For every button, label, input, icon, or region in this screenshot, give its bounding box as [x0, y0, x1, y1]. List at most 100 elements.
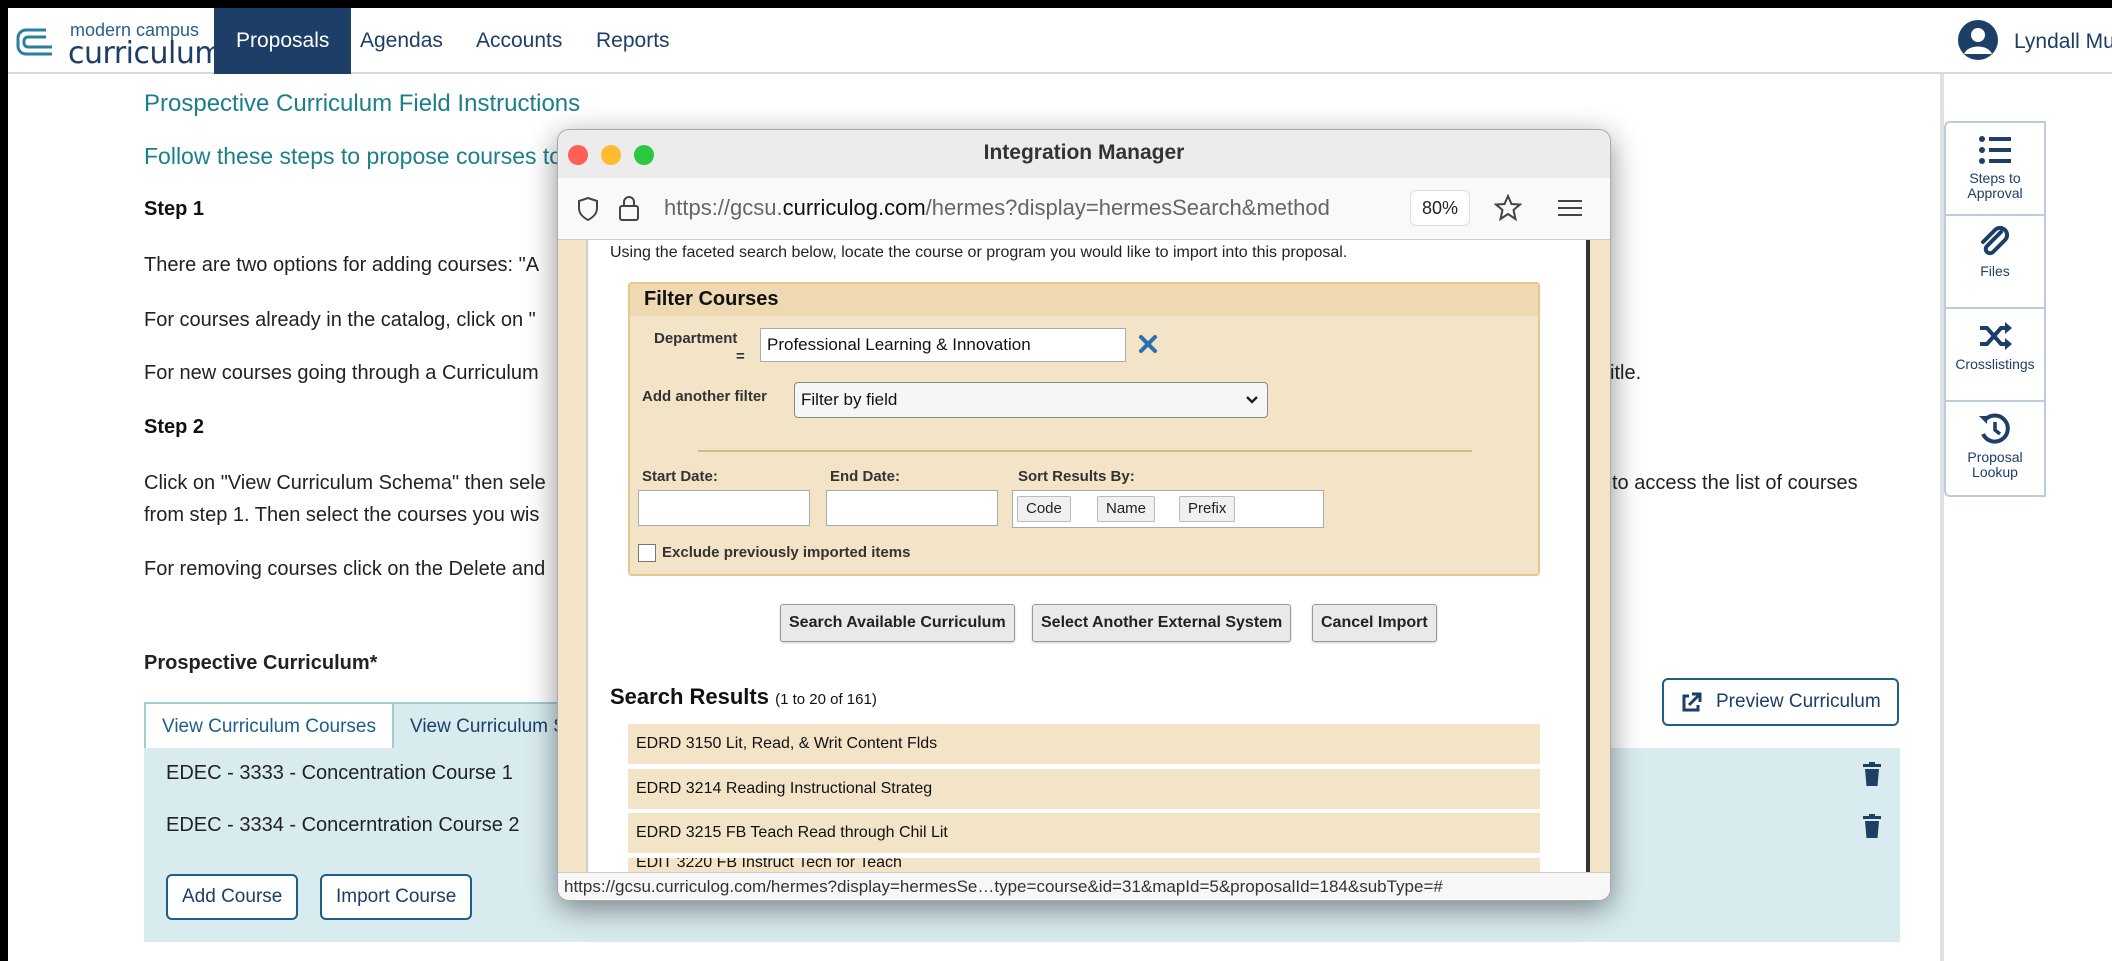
logo-big-text: curriculum — [68, 36, 224, 71]
zoom-level-indicator[interactable]: 80% — [1410, 190, 1470, 226]
logo-mark-icon — [16, 28, 52, 56]
cancel-import-button[interactable]: Cancel Import — [1312, 604, 1437, 642]
proposal-lookup-button[interactable]: Proposal Lookup — [1946, 402, 2044, 495]
integration-manager-window: Integration Manager https://gcsu.curricu… — [557, 129, 1611, 901]
nav-accounts[interactable]: Accounts — [454, 8, 584, 74]
history-icon — [1979, 413, 2010, 444]
page-subtitle: Follow these steps to propose courses to — [144, 143, 563, 169]
step1-paragraph-1: There are two options for adding courses… — [144, 254, 540, 276]
add-filter-label: Add another filter — [642, 388, 768, 405]
logo[interactable]: modern campus curriculum — [16, 20, 224, 71]
hamburger-menu-icon[interactable] — [1558, 198, 1582, 218]
side-toolbar: Steps to Approval Files Crosslistings Pr… — [1944, 121, 2046, 497]
trash-icon[interactable] — [1862, 762, 1882, 786]
search-result-row[interactable]: EDRD 3214 Reading Instructional Strateg — [628, 769, 1540, 809]
step1-paragraph-2: For courses already in the catalog, clic… — [144, 309, 536, 331]
search-result-row[interactable]: EDRD 3215 FB Teach Read through Chil Lit — [628, 813, 1540, 853]
zoom-window-button[interactable] — [634, 145, 654, 165]
steps-to-approval-label: Steps to Approval — [1967, 170, 2023, 201]
sort-prefix-button[interactable]: Prefix — [1179, 496, 1236, 522]
search-result-row[interactable]: EDIT 3220 FB Instruct Tech for Teach — [628, 858, 1540, 872]
url-prefix: https://gcsu. — [664, 195, 783, 220]
exclude-imported-label: Exclude previously imported items — [662, 544, 911, 561]
popup-titlebar: Integration Manager — [558, 130, 1610, 178]
exclude-imported-checkbox[interactable] — [638, 544, 656, 562]
step1-paragraph-3-end: itle. — [1610, 362, 1642, 384]
preview-curriculum-label: Preview Curriculum — [1716, 691, 1881, 712]
lock-icon[interactable] — [618, 194, 640, 222]
filter-courses-panel: Filter Courses Department = Professional… — [628, 282, 1540, 576]
avatar-icon — [1958, 20, 1998, 60]
files-button[interactable]: Files — [1946, 216, 2044, 309]
list-icon — [1979, 136, 2011, 164]
search-results-count: (1 to 20 of 161) — [775, 691, 877, 708]
status-bar-url: https://gcsu.curriculog.com/hermes?displ… — [558, 872, 1610, 900]
search-result-row[interactable]: EDRD 3150 Lit, Read, & Writ Content Flds — [628, 724, 1540, 764]
top-navigation: modern campus curriculum Proposals Agend… — [8, 8, 2112, 74]
url-field[interactable]: https://gcsu.curriculog.com/hermes?displ… — [664, 195, 1364, 221]
department-field[interactable]: Professional Learning & Innovation — [760, 328, 1126, 362]
end-date-label: End Date: — [830, 468, 901, 485]
prospective-curriculum-title: Prospective Curriculum* — [144, 652, 378, 674]
external-link-icon — [1682, 692, 1702, 712]
step2-heading: Step 2 — [144, 416, 205, 438]
proposal-lookup-label: Proposal Lookup — [1967, 449, 2023, 480]
close-window-button[interactable] — [568, 145, 588, 165]
popup-content: Using the faceted search below, locate t… — [586, 240, 1590, 872]
search-instructions: Using the faceted search below, locate t… — [610, 244, 1348, 261]
popup-title: Integration Manager — [983, 141, 1185, 164]
files-label: Files — [1980, 263, 2010, 279]
sort-code-button[interactable]: Code — [1017, 496, 1071, 522]
popup-body: Using the faceted search below, locate t… — [558, 240, 1610, 872]
step2-paragraph-1-end: to access the list of courses — [1612, 472, 1858, 494]
add-filter-value: Filter by field — [801, 390, 898, 409]
crosslistings-label: Crosslistings — [1955, 356, 2035, 372]
minimize-window-button[interactable] — [601, 145, 621, 165]
search-results-heading: Search Results (1 to 20 of 161) — [610, 684, 877, 710]
start-date-input[interactable] — [638, 490, 810, 526]
step1-paragraph-3: For new courses going through a Curricul… — [144, 362, 539, 384]
tab-view-curriculum-courses[interactable]: View Curriculum Courses — [144, 702, 394, 750]
start-date-label: Start Date: — [642, 468, 718, 485]
page-title: Prospective Curriculum Field Instruction… — [144, 90, 581, 117]
address-bar: https://gcsu.curriculog.com/hermes?displ… — [558, 178, 1610, 240]
search-available-curriculum-button[interactable]: Search Available Curriculum — [780, 604, 1015, 642]
add-filter-select[interactable]: Filter by field — [794, 382, 1268, 418]
nav-agendas[interactable]: Agendas — [338, 8, 465, 74]
tab-view-curriculum-schema[interactable]: View Curriculum S — [392, 702, 584, 750]
bookmark-star-icon[interactable] — [1494, 194, 1522, 222]
department-equals: = — [736, 348, 745, 365]
course-row-2: EDEC - 3334 - Concerntration Course 2 — [166, 814, 520, 836]
nav-reports[interactable]: Reports — [574, 8, 692, 74]
step2-paragraph-3: For removing courses click on the Delete… — [144, 558, 546, 580]
trash-icon[interactable] — [1862, 814, 1882, 838]
step1-heading: Step 1 — [144, 198, 205, 220]
course-row-1: EDEC - 3333 - Concentration Course 1 — [166, 762, 513, 784]
crosslistings-button[interactable]: Crosslistings — [1946, 309, 2044, 402]
step2-paragraph-1: Click on "View Curriculum Schema" then s… — [144, 472, 546, 494]
sort-results-label: Sort Results By: — [1018, 468, 1135, 485]
chevron-down-icon — [1246, 396, 1258, 404]
sort-options: Code Name Prefix — [1012, 490, 1324, 528]
preview-curriculum-button[interactable]: Preview Curriculum — [1662, 678, 1899, 726]
shuffle-icon — [1980, 322, 2012, 350]
user-name: Lyndall Muse — [2014, 30, 2112, 53]
filter-courses-title: Filter Courses — [630, 284, 1538, 316]
remove-filter-icon[interactable] — [1138, 334, 1158, 354]
steps-to-approval-button[interactable]: Steps to Approval — [1946, 123, 2044, 216]
step2-paragraph-2: from step 1. Then select the courses you… — [144, 504, 540, 526]
import-course-button[interactable]: Import Course — [320, 874, 473, 920]
url-path: /hermes?display=hermesSearch&method — [925, 195, 1330, 220]
paperclip-icon — [1981, 226, 2010, 256]
select-another-external-system-button[interactable]: Select Another External System — [1032, 604, 1292, 642]
search-results-title: Search Results — [610, 684, 769, 709]
shield-icon[interactable] — [576, 196, 600, 222]
department-label: Department — [654, 330, 738, 347]
add-course-button[interactable]: Add Course — [166, 874, 299, 920]
nav-proposals[interactable]: Proposals — [214, 8, 352, 74]
filter-separator — [698, 450, 1472, 452]
url-domain: curriculog.com — [782, 195, 926, 220]
end-date-input[interactable] — [826, 490, 998, 526]
search-result-row-partial: EDIT 3220 FB Instruct Tech for Teach — [636, 858, 902, 871]
sort-name-button[interactable]: Name — [1097, 496, 1156, 522]
